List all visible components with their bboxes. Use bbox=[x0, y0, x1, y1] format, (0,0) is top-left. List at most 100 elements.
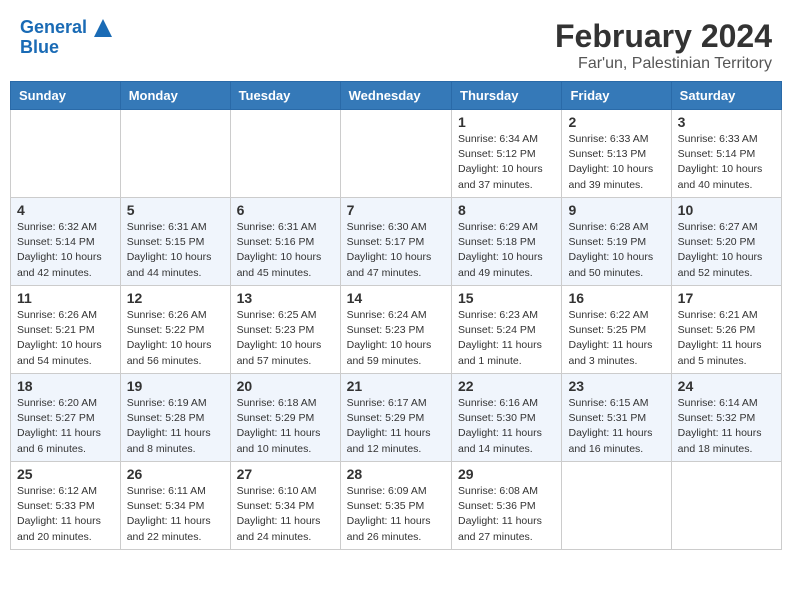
day-number: 21 bbox=[347, 378, 445, 394]
day-number: 16 bbox=[568, 290, 664, 306]
calendar-week-row: 11 Sunrise: 6:26 AM Sunset: 5:21 PM Dayli… bbox=[11, 286, 782, 374]
day-number: 15 bbox=[458, 290, 555, 306]
day-info: Sunrise: 6:15 AM Sunset: 5:31 PM Dayligh… bbox=[568, 396, 664, 457]
calendar-cell: 17 Sunrise: 6:21 AM Sunset: 5:26 PM Dayli… bbox=[671, 286, 781, 374]
logo-blue: Blue bbox=[20, 38, 59, 58]
calendar-cell bbox=[120, 110, 230, 198]
calendar-cell bbox=[11, 110, 121, 198]
day-number: 17 bbox=[678, 290, 775, 306]
calendar-cell: 13 Sunrise: 6:25 AM Sunset: 5:23 PM Dayli… bbox=[230, 286, 340, 374]
day-number: 2 bbox=[568, 114, 664, 130]
day-info: Sunrise: 6:34 AM Sunset: 5:12 PM Dayligh… bbox=[458, 132, 555, 193]
calendar-cell: 23Sunrise: 6:15 AM Sunset: 5:31 PM Dayli… bbox=[562, 374, 671, 462]
calendar-cell: 9 Sunrise: 6:28 AM Sunset: 5:19 PM Daylig… bbox=[562, 198, 671, 286]
day-info: Sunrise: 6:33 AM Sunset: 5:13 PM Dayligh… bbox=[568, 132, 664, 193]
day-info: Sunrise: 6:31 AM Sunset: 5:16 PM Dayligh… bbox=[237, 220, 334, 281]
day-number: 1 bbox=[458, 114, 555, 130]
calendar-table: SundayMondayTuesdayWednesdayThursdayFrid… bbox=[10, 81, 782, 550]
calendar-cell bbox=[671, 462, 781, 550]
calendar-cell: 8 Sunrise: 6:29 AM Sunset: 5:18 PM Daylig… bbox=[452, 198, 562, 286]
calendar-cell: 3 Sunrise: 6:33 AM Sunset: 5:14 PM Daylig… bbox=[671, 110, 781, 198]
calendar-cell: 24 Sunrise: 6:14 AM Sunset: 5:32 PM Dayli… bbox=[671, 374, 781, 462]
calendar-header-row: SundayMondayTuesdayWednesdayThursdayFrid… bbox=[11, 82, 782, 110]
day-number: 24 bbox=[678, 378, 775, 394]
day-number: 13 bbox=[237, 290, 334, 306]
day-info: Sunrise: 6:29 AM Sunset: 5:18 PM Dayligh… bbox=[458, 220, 555, 281]
day-info: Sunrise: 6:31 AM Sunset: 5:15 PM Dayligh… bbox=[127, 220, 224, 281]
day-header-sunday: Sunday bbox=[11, 82, 121, 110]
calendar-cell: 11 Sunrise: 6:26 AM Sunset: 5:21 PM Dayli… bbox=[11, 286, 121, 374]
day-header-thursday: Thursday bbox=[452, 82, 562, 110]
calendar-cell: 20 Sunrise: 6:18 AM Sunset: 5:29 PM Dayli… bbox=[230, 374, 340, 462]
day-header-monday: Monday bbox=[120, 82, 230, 110]
calendar-cell bbox=[230, 110, 340, 198]
day-info: Sunrise: 6:20 AM Sunset: 5:27 PM Dayligh… bbox=[17, 396, 114, 457]
calendar-cell: 10Sunrise: 6:27 AM Sunset: 5:20 PM Dayli… bbox=[671, 198, 781, 286]
day-info: Sunrise: 6:25 AM Sunset: 5:23 PM Dayligh… bbox=[237, 308, 334, 369]
calendar-cell: 7 Sunrise: 6:30 AM Sunset: 5:17 PM Daylig… bbox=[340, 198, 451, 286]
calendar-week-row: 25Sunrise: 6:12 AM Sunset: 5:33 PM Dayli… bbox=[11, 462, 782, 550]
day-number: 8 bbox=[458, 202, 555, 218]
calendar-cell: 28Sunrise: 6:09 AM Sunset: 5:35 PM Dayli… bbox=[340, 462, 451, 550]
day-number: 5 bbox=[127, 202, 224, 218]
logo-triangle-icon bbox=[94, 19, 112, 37]
day-number: 27 bbox=[237, 466, 334, 482]
day-info: Sunrise: 6:32 AM Sunset: 5:14 PM Dayligh… bbox=[17, 220, 114, 281]
day-header-wednesday: Wednesday bbox=[340, 82, 451, 110]
day-info: Sunrise: 6:26 AM Sunset: 5:22 PM Dayligh… bbox=[127, 308, 224, 369]
day-header-friday: Friday bbox=[562, 82, 671, 110]
calendar-cell: 16 Sunrise: 6:22 AM Sunset: 5:25 PM Dayli… bbox=[562, 286, 671, 374]
day-number: 9 bbox=[568, 202, 664, 218]
day-number: 18 bbox=[17, 378, 114, 394]
day-number: 11 bbox=[17, 290, 114, 306]
day-info: Sunrise: 6:28 AM Sunset: 5:19 PM Dayligh… bbox=[568, 220, 664, 281]
calendar-cell: 19Sunrise: 6:19 AM Sunset: 5:28 PM Dayli… bbox=[120, 374, 230, 462]
day-info: Sunrise: 6:22 AM Sunset: 5:25 PM Dayligh… bbox=[568, 308, 664, 369]
calendar-cell: 21 Sunrise: 6:17 AM Sunset: 5:29 PM Dayli… bbox=[340, 374, 451, 462]
calendar-cell: 2 Sunrise: 6:33 AM Sunset: 5:13 PM Daylig… bbox=[562, 110, 671, 198]
day-info: Sunrise: 6:26 AM Sunset: 5:21 PM Dayligh… bbox=[17, 308, 114, 369]
day-number: 10 bbox=[678, 202, 775, 218]
calendar-week-row: 4Sunrise: 6:32 AM Sunset: 5:14 PM Daylig… bbox=[11, 198, 782, 286]
calendar-cell: 6 Sunrise: 6:31 AM Sunset: 5:16 PM Daylig… bbox=[230, 198, 340, 286]
logo: General Blue bbox=[20, 18, 112, 58]
day-header-saturday: Saturday bbox=[671, 82, 781, 110]
day-number: 26 bbox=[127, 466, 224, 482]
day-info: Sunrise: 6:10 AM Sunset: 5:34 PM Dayligh… bbox=[237, 484, 334, 545]
day-info: Sunrise: 6:30 AM Sunset: 5:17 PM Dayligh… bbox=[347, 220, 445, 281]
day-number: 12 bbox=[127, 290, 224, 306]
logo-general: General bbox=[20, 17, 87, 37]
day-number: 20 bbox=[237, 378, 334, 394]
calendar-cell: 25Sunrise: 6:12 AM Sunset: 5:33 PM Dayli… bbox=[11, 462, 121, 550]
day-number: 29 bbox=[458, 466, 555, 482]
day-info: Sunrise: 6:24 AM Sunset: 5:23 PM Dayligh… bbox=[347, 308, 445, 369]
calendar-cell: 1 Sunrise: 6:34 AM Sunset: 5:12 PM Daylig… bbox=[452, 110, 562, 198]
calendar-cell: 4Sunrise: 6:32 AM Sunset: 5:14 PM Daylig… bbox=[11, 198, 121, 286]
calendar-title: February 2024 bbox=[555, 18, 772, 55]
day-number: 3 bbox=[678, 114, 775, 130]
calendar-cell: 15Sunrise: 6:23 AM Sunset: 5:24 PM Dayli… bbox=[452, 286, 562, 374]
calendar-cell: 14Sunrise: 6:24 AM Sunset: 5:23 PM Dayli… bbox=[340, 286, 451, 374]
day-info: Sunrise: 6:17 AM Sunset: 5:29 PM Dayligh… bbox=[347, 396, 445, 457]
calendar-cell: 27 Sunrise: 6:10 AM Sunset: 5:34 PM Dayli… bbox=[230, 462, 340, 550]
calendar-subtitle: Far'un, Palestinian Territory bbox=[555, 55, 772, 73]
day-info: Sunrise: 6:11 AM Sunset: 5:34 PM Dayligh… bbox=[127, 484, 224, 545]
calendar-cell bbox=[562, 462, 671, 550]
day-info: Sunrise: 6:21 AM Sunset: 5:26 PM Dayligh… bbox=[678, 308, 775, 369]
day-info: Sunrise: 6:09 AM Sunset: 5:35 PM Dayligh… bbox=[347, 484, 445, 545]
day-info: Sunrise: 6:33 AM Sunset: 5:14 PM Dayligh… bbox=[678, 132, 775, 193]
logo-text: General bbox=[20, 18, 112, 38]
day-number: 6 bbox=[237, 202, 334, 218]
day-number: 25 bbox=[17, 466, 114, 482]
page-header: General Blue February 2024 Far'un, Pales… bbox=[10, 10, 782, 77]
day-info: Sunrise: 6:14 AM Sunset: 5:32 PM Dayligh… bbox=[678, 396, 775, 457]
title-block: February 2024 Far'un, Palestinian Territ… bbox=[555, 18, 772, 73]
calendar-cell: 22Sunrise: 6:16 AM Sunset: 5:30 PM Dayli… bbox=[452, 374, 562, 462]
day-number: 7 bbox=[347, 202, 445, 218]
calendar-cell: 18 Sunrise: 6:20 AM Sunset: 5:27 PM Dayli… bbox=[11, 374, 121, 462]
day-number: 22 bbox=[458, 378, 555, 394]
day-header-tuesday: Tuesday bbox=[230, 82, 340, 110]
calendar-week-row: 18 Sunrise: 6:20 AM Sunset: 5:27 PM Dayli… bbox=[11, 374, 782, 462]
day-info: Sunrise: 6:18 AM Sunset: 5:29 PM Dayligh… bbox=[237, 396, 334, 457]
calendar-week-row: 1 Sunrise: 6:34 AM Sunset: 5:12 PM Daylig… bbox=[11, 110, 782, 198]
